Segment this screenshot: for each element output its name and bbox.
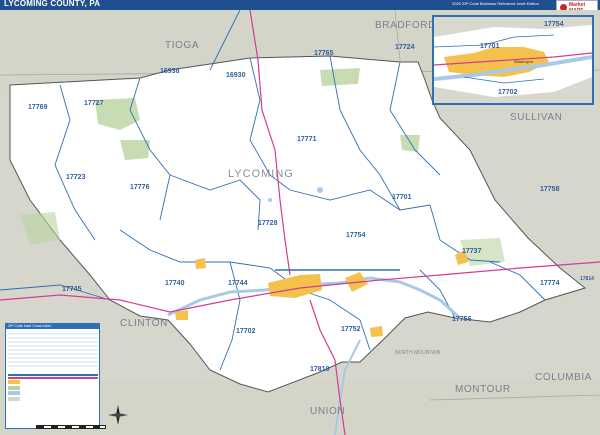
legend-box: ZIP Code Inset Cross Index <box>5 323 100 429</box>
county-label-sullivan: SULLIVAN <box>510 112 563 123</box>
zip-label: 17702 <box>236 328 256 335</box>
legend-county-swatch <box>8 396 20 401</box>
map-title: LYCOMING COUNTY, PA <box>4 0 101 8</box>
zip-label: 17745 <box>62 286 82 293</box>
park-area <box>120 140 150 160</box>
lake <box>317 187 323 193</box>
zip-label: 17752 <box>341 326 361 333</box>
zip-label: 17765 <box>314 50 334 57</box>
county-label-clinton: CLINTON <box>120 318 168 329</box>
lake <box>268 198 272 202</box>
zip-label: 17724 <box>395 44 415 51</box>
zip-label: 17771 <box>297 136 317 143</box>
county-label-union: UNION <box>310 406 346 417</box>
title-bar: LYCOMING COUNTY, PA 2020 ZIP Code Busine… <box>0 0 600 10</box>
zip-label: 17774 <box>540 280 560 287</box>
zip-label: 17723 <box>66 174 86 181</box>
inset-city-label: Williamsport <box>514 60 534 64</box>
zip-label: 17756 <box>452 316 472 323</box>
legend-index-table <box>8 331 98 369</box>
zip-label: 16930 <box>226 72 246 79</box>
county-label-montour: MONTOUR <box>455 384 511 395</box>
county-label-bradford: BRADFORD <box>375 20 436 31</box>
zip-label: 17727 <box>84 100 104 107</box>
zip-label: 17754 <box>346 232 366 239</box>
inset-zip-label: 17701 <box>480 43 500 50</box>
zip-label: 17728 <box>258 220 278 227</box>
county-label-lycoming: LYCOMING <box>228 168 294 180</box>
zip-label: 17701 <box>392 194 412 201</box>
zip-label: 17776 <box>130 184 150 191</box>
zip-label: 17758 <box>540 186 560 193</box>
legend-park-swatch <box>8 385 20 390</box>
county-label-tioga: TIOGA <box>165 40 200 51</box>
compass-rose-icon <box>108 405 128 425</box>
legend-header: ZIP Code Inset Cross Index <box>6 324 99 329</box>
inset-zip-label: 17702 <box>498 89 518 96</box>
zip-label: 17737 <box>462 248 482 255</box>
zip-label: 16938 <box>160 68 180 75</box>
county-label-columbia: COLUMBIA <box>535 372 593 383</box>
legend-key <box>8 372 98 403</box>
legend-urban-swatch <box>8 380 20 385</box>
legend-water-swatch <box>8 391 20 396</box>
inset-map: 17701 17754 17702 Williamsport <box>432 15 594 105</box>
legend-highway-line <box>8 377 98 379</box>
zip-label: 17744 <box>228 280 248 287</box>
zip-label: 17810 <box>310 366 330 373</box>
zip-label: 17740 <box>165 280 185 287</box>
inset-zip-label: 17754 <box>544 21 564 28</box>
zip-label: 17769 <box>28 104 48 111</box>
park-area <box>320 68 360 86</box>
legend-zip-line <box>8 374 98 376</box>
place-label: NORTH MOUNTAIN <box>395 350 441 356</box>
park-area <box>400 135 420 152</box>
scale-bar <box>36 425 106 429</box>
map-subtitle: 2020 ZIP Code Business Reference Inset E… <box>452 1 539 6</box>
zip-label: 17814 <box>580 276 594 282</box>
